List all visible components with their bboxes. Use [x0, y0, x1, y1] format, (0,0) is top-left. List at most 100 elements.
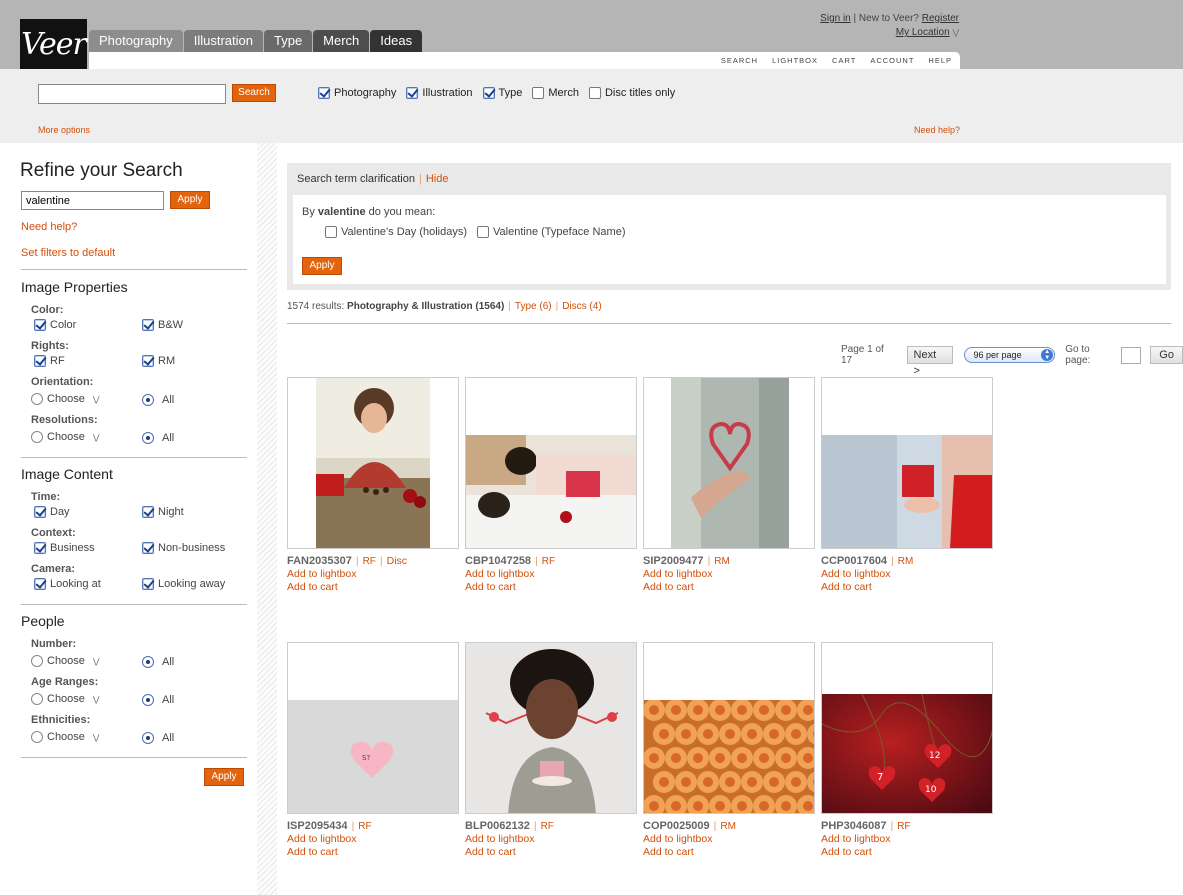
register-link[interactable]: Register [922, 13, 959, 24]
add-to-lightbox-link[interactable]: Add to lightbox [287, 833, 459, 846]
scope-merch[interactable]: Merch [532, 87, 579, 99]
filter-bw[interactable]: B&W [142, 319, 183, 331]
add-to-lightbox-link[interactable]: Add to lightbox [821, 568, 993, 581]
filter-looking-away[interactable]: Looking away [142, 578, 225, 590]
checkbox[interactable] [477, 226, 490, 238]
option-valentine-typeface[interactable]: Valentine (Typeface Name) [477, 226, 626, 238]
filter-non-business[interactable]: Non-business [142, 542, 225, 554]
refine-search-input[interactable] [21, 191, 164, 210]
checkbox[interactable] [34, 578, 46, 590]
tool-account-link[interactable]: ACCOUNT [870, 56, 914, 65]
filter-looking-at[interactable]: Looking at [34, 578, 101, 590]
checkbox[interactable] [482, 87, 495, 99]
add-to-cart-link[interactable]: Add to cart [287, 846, 459, 859]
radio-button[interactable] [142, 656, 154, 668]
image-thumbnail[interactable] [643, 377, 815, 549]
type-results-link[interactable]: Type (6) [515, 301, 552, 312]
ethnicity-choose[interactable]: Choose ⋁ [31, 731, 99, 743]
add-to-lightbox-link[interactable]: Add to lightbox [287, 568, 459, 581]
tab-illustration[interactable]: Illustration [183, 30, 263, 52]
add-to-cart-link[interactable]: Add to cart [643, 581, 815, 594]
image-thumbnail[interactable] [465, 377, 637, 549]
ethnicity-all[interactable]: All [142, 732, 174, 744]
search-button[interactable]: Search [232, 84, 276, 102]
radio-button[interactable] [31, 431, 43, 443]
number-choose[interactable]: Choose ⋁ [31, 655, 99, 667]
more-options-link[interactable]: More options [38, 125, 90, 135]
tool-search-link[interactable]: SEARCH [721, 56, 758, 65]
image-thumbnail[interactable] [465, 642, 637, 814]
tool-help-link[interactable]: HELP [928, 56, 952, 65]
tool-cart-link[interactable]: CART [832, 56, 856, 65]
radio-button[interactable] [31, 393, 43, 405]
add-to-lightbox-link[interactable]: Add to lightbox [643, 568, 815, 581]
checkbox[interactable] [532, 87, 545, 99]
scope-type[interactable]: Type [482, 87, 522, 99]
image-thumbnail[interactable]: S? [287, 642, 459, 814]
radio-button[interactable] [31, 731, 43, 743]
image-thumbnail[interactable] [287, 377, 459, 549]
add-to-cart-link[interactable]: Add to cart [643, 846, 815, 859]
filter-rm[interactable]: RM [142, 355, 175, 367]
checkbox[interactable] [34, 355, 46, 367]
sidebar-need-help-link[interactable]: Need help? [21, 221, 77, 233]
image-thumbnail[interactable] [643, 642, 815, 814]
image-code[interactable]: COP0025009 [643, 820, 710, 832]
image-code[interactable]: SIP2009477 [643, 555, 704, 567]
image-thumbnail[interactable] [821, 377, 993, 549]
radio-button[interactable] [31, 655, 43, 667]
hide-link[interactable]: Hide [426, 173, 449, 185]
image-code[interactable]: FAN2035307 [287, 555, 352, 567]
add-to-cart-link[interactable]: Add to cart [821, 581, 993, 594]
refine-apply-button[interactable]: Apply [170, 191, 210, 209]
add-to-cart-link[interactable]: Add to cart [465, 581, 637, 594]
image-code[interactable]: PHP3046087 [821, 820, 886, 832]
checkbox[interactable] [318, 87, 330, 99]
checkbox[interactable] [142, 319, 154, 331]
image-code[interactable]: CCP0017604 [821, 555, 887, 567]
sign-in-link[interactable]: Sign in [820, 13, 851, 24]
tab-type[interactable]: Type [263, 30, 313, 52]
radio-button[interactable] [142, 432, 154, 444]
discs-results-link[interactable]: Discs (4) [562, 301, 601, 312]
checkbox[interactable] [325, 226, 337, 238]
checkbox[interactable] [142, 506, 154, 518]
filter-night[interactable]: Night [142, 506, 184, 518]
add-to-cart-link[interactable]: Add to cart [287, 581, 459, 594]
filter-day[interactable]: Day [34, 506, 70, 518]
set-filters-default-link[interactable]: Set filters to default [21, 247, 115, 259]
checkbox[interactable] [142, 542, 154, 554]
checkbox[interactable] [142, 578, 154, 590]
tab-ideas[interactable]: Ideas [370, 30, 423, 52]
filter-color[interactable]: Color [34, 319, 76, 331]
age-choose[interactable]: Choose ⋁ [31, 693, 99, 705]
radio-button[interactable] [31, 693, 43, 705]
checkbox[interactable] [588, 87, 601, 99]
orientation-all[interactable]: All [142, 394, 174, 406]
clarification-apply-button[interactable]: Apply [302, 257, 342, 275]
number-all[interactable]: All [142, 656, 174, 668]
go-button[interactable]: Go [1150, 346, 1183, 364]
option-valentines-day[interactable]: Valentine's Day (holidays) [325, 226, 467, 238]
goto-page-input[interactable] [1121, 346, 1142, 364]
scope-disc-titles-only[interactable]: Disc titles only [588, 87, 675, 99]
tab-photography[interactable]: Photography [89, 30, 183, 52]
need-help-link[interactable]: Need help? [914, 125, 960, 135]
my-location-link[interactable]: My Location [896, 27, 950, 38]
checkbox[interactable] [34, 319, 46, 331]
checkbox[interactable] [406, 87, 419, 99]
radio-button[interactable] [142, 694, 154, 706]
add-to-lightbox-link[interactable]: Add to lightbox [643, 833, 815, 846]
per-page-select[interactable]: 96 per page ▲ ▼ [963, 347, 1056, 363]
resolutions-choose[interactable]: Choose ⋁ [31, 431, 99, 443]
resolutions-all[interactable]: All [142, 432, 174, 444]
search-input[interactable] [38, 84, 226, 104]
radio-button[interactable] [142, 394, 154, 406]
add-to-lightbox-link[interactable]: Add to lightbox [465, 833, 637, 846]
sidebar-apply-button[interactable]: Apply [204, 768, 244, 786]
checkbox[interactable] [34, 542, 46, 554]
add-to-lightbox-link[interactable]: Add to lightbox [821, 833, 993, 846]
image-code[interactable]: ISP2095434 [287, 820, 348, 832]
next-page-button[interactable]: Next > [906, 346, 953, 377]
orientation-choose[interactable]: Choose ⋁ [31, 393, 99, 405]
